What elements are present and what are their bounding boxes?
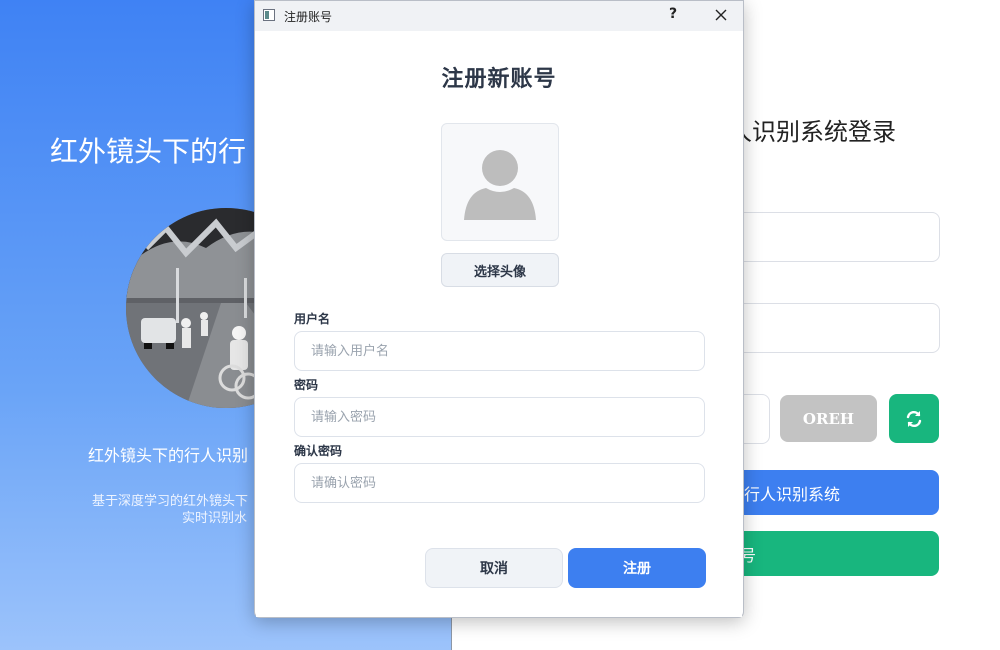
- username-label: 用户名: [294, 312, 331, 326]
- username-input[interactable]: [294, 331, 705, 371]
- register-submit-button[interactable]: 注册: [568, 548, 706, 588]
- hero-subtitle: 红外镜头下的行人识别: [88, 446, 249, 465]
- app-window-icon: [263, 9, 275, 21]
- refresh-captcha-button[interactable]: [889, 394, 939, 443]
- password-label: 密码: [294, 378, 319, 392]
- dialog-window-title: 注册账号: [284, 10, 333, 24]
- user-silhouette-icon: [464, 150, 536, 220]
- dialog-heading: 注册新账号: [441, 66, 557, 92]
- register-dialog: 注册账号 ? 注册新账号 选择头像 用户名 密码 确认密码 取消 注册: [254, 0, 744, 618]
- help-button[interactable]: ?: [669, 6, 677, 22]
- avatar-preview: [441, 123, 559, 241]
- close-icon: [715, 9, 727, 21]
- dialog-body: 注册新账号 选择头像 用户名 密码 确认密码 取消 注册: [256, 31, 742, 617]
- choose-avatar-button[interactable]: 选择头像: [441, 253, 559, 287]
- confirm-password-input[interactable]: [294, 463, 705, 503]
- confirm-password-label: 确认密码: [294, 444, 343, 458]
- close-button[interactable]: [710, 4, 732, 26]
- refresh-icon: [906, 410, 922, 427]
- hero-description-line2: 实时识别水: [182, 511, 248, 526]
- dialog-titlebar[interactable]: 注册账号 ?: [255, 1, 743, 31]
- cancel-button[interactable]: 取消: [425, 548, 563, 588]
- hero-title: 红外镜头下的行: [50, 135, 247, 168]
- captcha-image[interactable]: OREH: [780, 395, 877, 442]
- password-input[interactable]: [294, 397, 705, 437]
- login-title: 人识别系统登录: [728, 118, 896, 146]
